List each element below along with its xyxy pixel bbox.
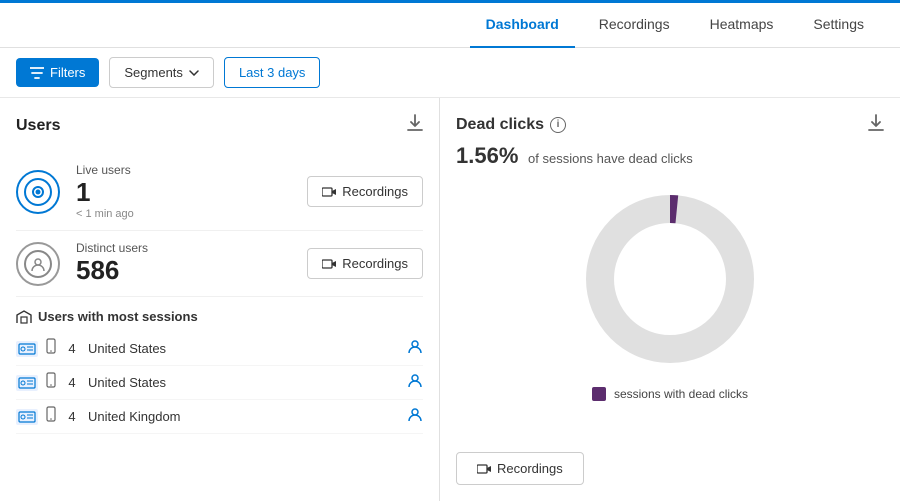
- live-avatar-inner: [24, 178, 52, 206]
- session-row-1: 4 United States: [16, 366, 423, 400]
- nav-dashboard[interactable]: Dashboard: [470, 0, 575, 48]
- toolbar: Filters Segments Last 3 days: [0, 48, 900, 98]
- session-user-icon-0[interactable]: [407, 338, 423, 359]
- id-card-icon: [18, 343, 36, 355]
- filters-label: Filters: [50, 65, 85, 80]
- live-users-card: Live users 1 < 1 min ago Recordings: [16, 153, 423, 231]
- users-title: Users: [16, 117, 60, 135]
- dead-clicks-description: of sessions have dead clicks: [528, 151, 693, 166]
- date-button[interactable]: Last 3 days: [224, 57, 321, 88]
- mobile-icon: [46, 338, 56, 354]
- session-count-1: 4: [64, 375, 80, 390]
- distinct-users-label: Distinct users: [76, 241, 291, 255]
- dead-clicks-recordings-label: Recordings: [497, 461, 563, 476]
- donut-chart: [570, 179, 770, 379]
- segments-label: Segments: [124, 65, 183, 80]
- live-users-info: Live users 1 < 1 min ago: [76, 163, 291, 220]
- live-pulse-icon: [30, 184, 46, 200]
- live-recordings-label: Recordings: [342, 184, 408, 199]
- mobile-icon-2: [46, 406, 56, 422]
- segments-button[interactable]: Segments: [109, 57, 214, 88]
- chart-container: sessions with dead clicks: [456, 169, 884, 452]
- dead-clicks-panel: Dead clicks i 1.56% of sessions have dea…: [440, 98, 900, 501]
- chevron-down-icon: [189, 70, 199, 76]
- live-avatar: [16, 170, 60, 214]
- users-panel-header: Users: [16, 114, 423, 137]
- mobile-icon-1: [46, 372, 56, 388]
- session-id-icon-0: [16, 341, 38, 357]
- info-icon[interactable]: i: [550, 117, 566, 133]
- user-icon-1: [407, 372, 423, 388]
- device-icon-1: [46, 372, 56, 393]
- date-label: Last 3 days: [239, 65, 306, 80]
- session-country-0: United States: [88, 341, 399, 356]
- session-country-1: United States: [88, 375, 399, 390]
- session-row-0: 4 United States: [16, 332, 423, 366]
- nav-heatmaps[interactable]: Heatmaps: [694, 0, 790, 48]
- sessions-header: Users with most sessions: [16, 309, 423, 324]
- session-user-icon-2[interactable]: [407, 406, 423, 427]
- live-users-label: Live users: [76, 163, 291, 177]
- id-card-icon-2: [18, 411, 36, 423]
- nav-recordings[interactable]: Recordings: [583, 0, 686, 48]
- top-nav-bar: Dashboard Recordings Heatmaps Settings: [0, 0, 900, 48]
- distinct-avatar-inner: [24, 250, 52, 278]
- session-id-icon-2: [16, 409, 38, 425]
- person-icon: [30, 256, 46, 272]
- main-content: Users Live users 1 < 1 min ago: [0, 98, 900, 501]
- nav-settings[interactable]: Settings: [797, 0, 880, 48]
- live-users-sub: < 1 min ago: [76, 208, 291, 220]
- distinct-users-count: 586: [76, 255, 291, 286]
- session-id-icon-1: [16, 375, 38, 391]
- live-recordings-button[interactable]: Recordings: [307, 176, 423, 207]
- dead-clicks-title: Dead clicks i: [456, 116, 566, 134]
- distinct-avatar: [16, 242, 60, 286]
- legend-label: sessions with dead clicks: [614, 387, 748, 401]
- legend-dot: [592, 387, 606, 401]
- distinct-users-info: Distinct users 586: [76, 241, 291, 286]
- recordings-icon: [322, 187, 336, 197]
- user-icon-2: [407, 406, 423, 422]
- recordings-icon-2: [322, 259, 336, 269]
- filters-button[interactable]: Filters: [16, 58, 99, 87]
- user-icon-0: [407, 338, 423, 354]
- id-card-icon-1: [18, 377, 36, 389]
- session-country-2: United Kingdom: [88, 409, 399, 424]
- session-count-0: 4: [64, 341, 80, 356]
- filter-icon: [30, 67, 44, 79]
- dead-clicks-label: Dead clicks: [456, 116, 544, 134]
- donut-svg: [570, 179, 770, 379]
- dead-clicks-percentage: 1.56%: [456, 143, 518, 168]
- distinct-users-card: Distinct users 586 Recordings: [16, 231, 423, 297]
- session-row-2: 4 United Kingdom: [16, 400, 423, 434]
- sessions-header-icon: [16, 310, 32, 324]
- session-user-icon-1[interactable]: [407, 372, 423, 393]
- dead-clicks-download-icon[interactable]: [868, 114, 884, 135]
- sessions-header-label: Users with most sessions: [38, 309, 198, 324]
- recordings-icon-bottom: [477, 464, 491, 474]
- distinct-recordings-button[interactable]: Recordings: [307, 248, 423, 279]
- legend: sessions with dead clicks: [592, 387, 748, 401]
- distinct-recordings-label: Recordings: [342, 256, 408, 271]
- live-users-count: 1: [76, 177, 291, 208]
- dead-clicks-header: Dead clicks i: [456, 114, 884, 135]
- dead-clicks-recordings-button[interactable]: Recordings: [456, 452, 584, 485]
- device-icon-0: [46, 338, 56, 359]
- device-icon-2: [46, 406, 56, 427]
- session-count-2: 4: [64, 409, 80, 424]
- dead-clicks-stat: 1.56% of sessions have dead clicks: [456, 143, 884, 169]
- users-panel: Users Live users 1 < 1 min ago: [0, 98, 440, 501]
- download-icon[interactable]: [407, 114, 423, 137]
